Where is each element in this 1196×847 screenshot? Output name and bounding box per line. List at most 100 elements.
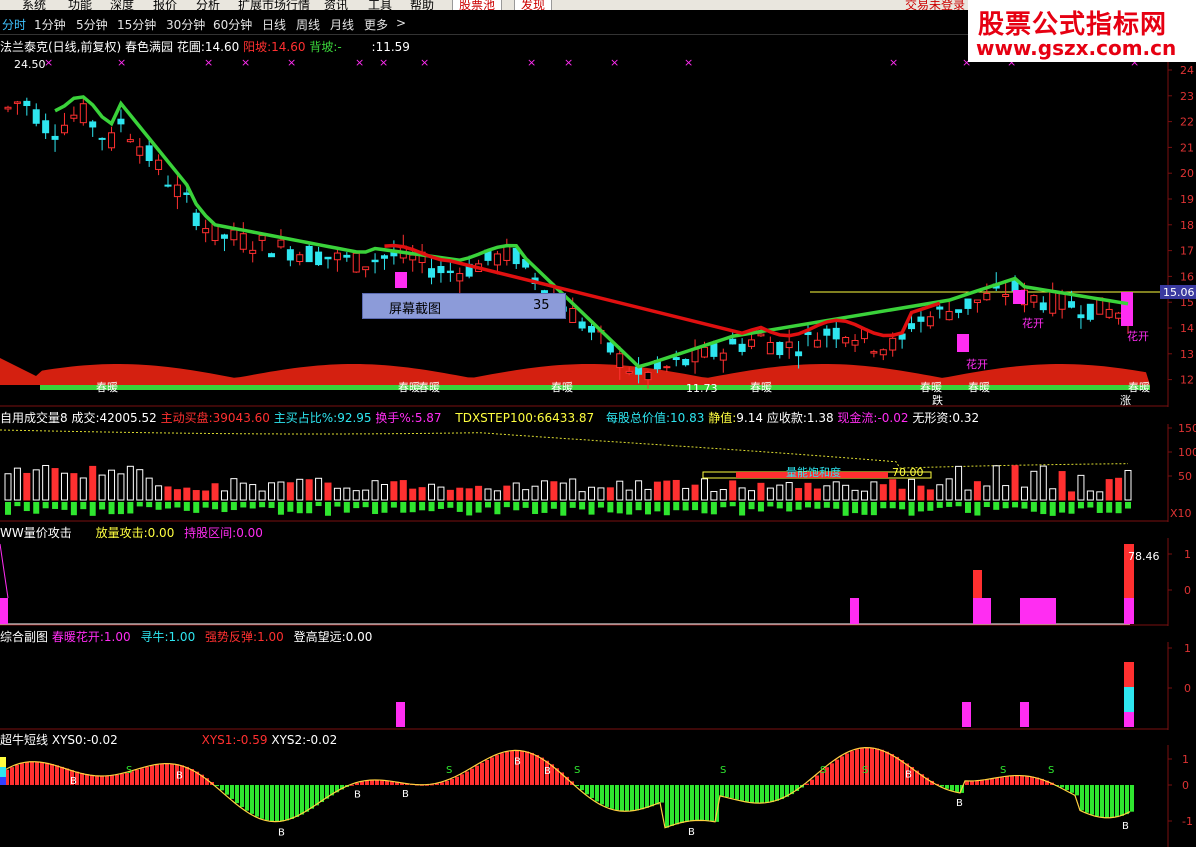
period-30min[interactable]: 30分钟 — [166, 16, 205, 33]
top-x-marker: × — [610, 56, 619, 69]
volume-green-bar — [560, 502, 567, 516]
candle-body — [785, 341, 793, 349]
period-more[interactable]: 更多 — [364, 16, 388, 33]
short-term-chart[interactable]: 1 0 -1 S S S S S S S S B B B B B B B B B B B — [0, 745, 1196, 847]
menu-function[interactable]: 功能 — [68, 0, 92, 10]
period-weekly[interactable]: 周线 — [296, 16, 320, 33]
short-bar — [1060, 785, 1064, 788]
short-bar — [655, 785, 659, 805]
volume-bar — [4, 473, 12, 501]
composite-bar — [1124, 662, 1134, 687]
volume-bar — [795, 488, 803, 501]
volume-green-bar — [880, 502, 887, 509]
volume-green-bar — [202, 502, 209, 508]
volume-label: 成交: — [71, 411, 100, 425]
menu-depth[interactable]: 深度 — [110, 0, 134, 10]
menu-help[interactable]: 帮助 — [410, 0, 434, 10]
candle-body — [277, 239, 285, 248]
period-60min[interactable]: 60分钟 — [213, 16, 252, 33]
candle-body — [700, 346, 708, 358]
volume-green-bar — [710, 502, 717, 515]
candle-body — [437, 266, 445, 274]
candlestick-chart[interactable]: 2423222120191817161514131215.06× × × × × × × × ×… — [0, 52, 1196, 407]
receivables-label: 应收款: — [766, 411, 807, 425]
candle-body — [748, 339, 756, 347]
short-bar — [730, 785, 734, 799]
volume-green-bar — [42, 502, 49, 509]
stock-pool-button[interactable]: 股票池 — [452, 0, 503, 10]
short-bar — [450, 778, 454, 785]
short-bar — [445, 780, 449, 785]
magenta-candle — [957, 334, 969, 352]
short-bar — [1115, 785, 1119, 818]
volume-bar — [1049, 488, 1057, 501]
candle-body — [1105, 308, 1113, 318]
short-bar — [985, 779, 989, 785]
volume-green-bar — [1012, 502, 1019, 508]
volume-bar — [32, 469, 40, 501]
menu-system[interactable]: 系统 — [22, 0, 46, 10]
menu-analysis[interactable]: 分析 — [196, 0, 220, 10]
candle-body — [324, 256, 332, 260]
attack-bar — [973, 570, 982, 598]
volume-bar — [13, 467, 21, 501]
short-bar — [375, 779, 379, 785]
short-bar — [595, 785, 599, 802]
volume-chart[interactable]: 150 100 50 X10 量能饱和度 70.00 — [0, 424, 1196, 522]
candle-body — [51, 135, 59, 140]
volume-green-bar — [917, 502, 924, 512]
sell-marker: S — [126, 765, 132, 776]
period-5min[interactable]: 5分钟 — [76, 16, 108, 33]
volume-bar — [230, 478, 238, 501]
screenshot-popup[interactable]: 屏幕截图 35 — [362, 293, 566, 319]
menu-info[interactable]: 资讯 — [324, 0, 348, 10]
short-bar — [270, 785, 274, 822]
volume-green-bar — [400, 502, 407, 513]
short-bar — [115, 774, 119, 785]
candle-body — [296, 254, 304, 262]
discover-button[interactable]: 发现 — [514, 0, 553, 10]
composite-bar — [962, 702, 971, 727]
short-bar — [1000, 777, 1004, 785]
composite-chart[interactable]: 10 — [0, 642, 1196, 730]
period-monthly[interactable]: 月线 — [330, 16, 354, 33]
chevron-right-icon[interactable]: > — [396, 16, 406, 30]
short-bar — [255, 785, 259, 817]
y-tick-label: 23 — [1180, 90, 1194, 103]
menu-extended-market[interactable]: 扩展市场行情 — [238, 0, 310, 10]
y-tick-label: 18 — [1180, 219, 1194, 232]
candle-body — [145, 145, 153, 161]
short-bar — [755, 785, 759, 804]
top-x-marker: × — [204, 56, 213, 69]
short-bar — [465, 771, 469, 785]
candle-body — [409, 254, 417, 261]
attack-chart[interactable]: 1 0 78.46 — [0, 538, 1196, 626]
attack-bar — [1124, 598, 1134, 624]
y-tick-label: 16 — [1180, 270, 1194, 283]
menu-tools[interactable]: 工具 — [368, 0, 392, 10]
candle-body — [578, 321, 586, 329]
top-x-marker: × — [684, 56, 693, 69]
short-bar — [835, 759, 839, 785]
volume-bar — [776, 484, 784, 501]
attack-bar — [850, 598, 859, 624]
short-bar — [765, 785, 769, 803]
candle-body — [117, 118, 125, 125]
period-15min[interactable]: 15分钟 — [117, 16, 156, 33]
period-daily[interactable]: 日线 — [262, 16, 286, 33]
volume-green-bar — [221, 502, 228, 513]
short-bar — [300, 785, 304, 815]
volume-green-bar — [1030, 502, 1037, 512]
menu-quote[interactable]: 报价 — [153, 0, 177, 10]
volume-green-bar — [475, 502, 482, 513]
volume-bar — [343, 487, 351, 501]
login-status[interactable]: 交易未登录 — [905, 0, 965, 10]
short-bar — [700, 785, 704, 821]
short-bar — [875, 748, 879, 785]
candle-body — [766, 341, 774, 355]
period-1min[interactable]: 1分钟 — [34, 16, 66, 33]
volume-bar — [1124, 469, 1132, 501]
period-fenshi[interactable]: 分时 — [2, 16, 26, 33]
short-bar — [1120, 785, 1124, 816]
volume-green-bar — [626, 502, 633, 515]
